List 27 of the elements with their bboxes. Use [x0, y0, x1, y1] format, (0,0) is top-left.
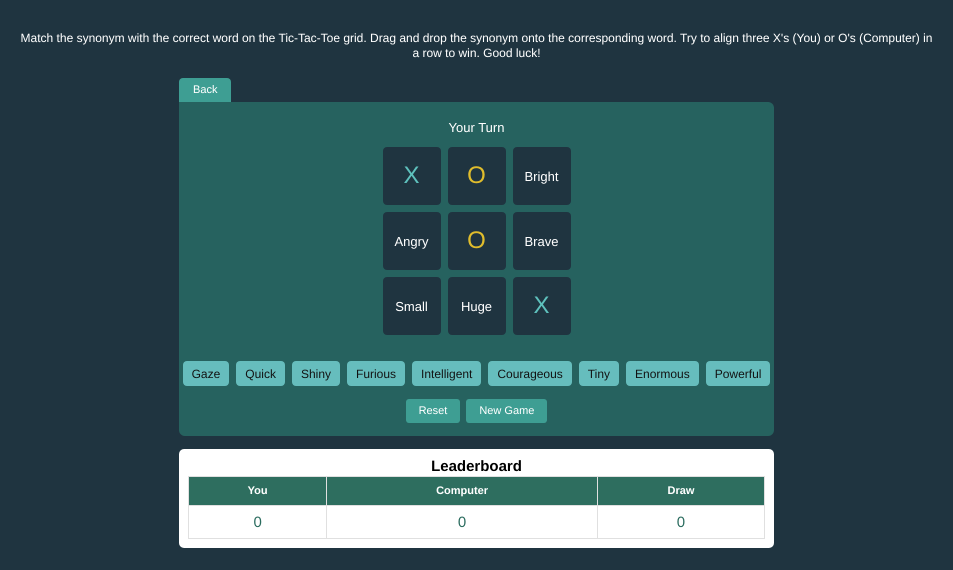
- synonym-chip[interactable]: Tiny: [578, 361, 620, 386]
- instructions-text: Match the synonym with the correct word on the Tic-Tac-Toe grid. Drag and drop the synonym onto the corresponding word. Try to align three X's (You) or O's (Computer) in a row to win. Good luck!: [20, 31, 934, 61]
- score-cell: 0: [188, 506, 327, 538]
- synonym-chip[interactable]: Enormous: [626, 361, 699, 386]
- o-mark-cell[interactable]: O: [448, 147, 506, 205]
- x-mark-cell[interactable]: X: [382, 147, 440, 205]
- x-mark-cell[interactable]: X: [512, 277, 570, 335]
- word-cell[interactable]: Brave: [512, 212, 570, 270]
- synonym-chip[interactable]: Intelligent: [412, 361, 482, 386]
- synonym-chip[interactable]: Courageous: [488, 361, 572, 386]
- o-mark-cell[interactable]: O: [448, 212, 506, 270]
- word-cell[interactable]: Huge: [448, 277, 506, 335]
- synonym-chip[interactable]: Shiny: [292, 361, 340, 386]
- leaderboard-title: Leaderboard: [431, 458, 522, 475]
- word-cell[interactable]: Bright: [512, 147, 570, 205]
- column-header: You: [188, 476, 327, 506]
- synonym-chip[interactable]: Quick: [236, 361, 285, 386]
- word-cell[interactable]: Small: [382, 277, 440, 335]
- score-cell: 0: [597, 506, 764, 538]
- column-header: Computer: [326, 476, 598, 506]
- word-cell[interactable]: Angry: [382, 212, 440, 270]
- score-cell: 0: [326, 506, 598, 538]
- synonym-chip[interactable]: Powerful: [706, 361, 770, 386]
- turn-label: Your Turn: [448, 120, 504, 135]
- column-header: Draw: [597, 476, 764, 506]
- synonym-chip[interactable]: Gaze: [182, 361, 230, 386]
- synonym-chip[interactable]: Furious: [347, 361, 406, 386]
